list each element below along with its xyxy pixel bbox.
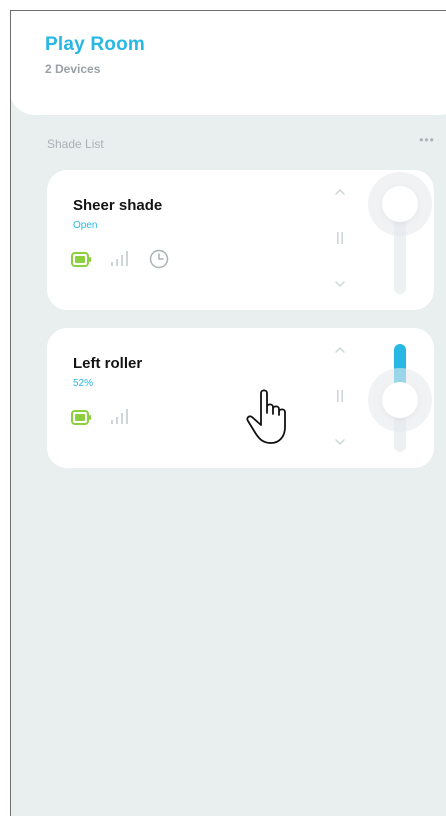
shade-position-slider[interactable]: [382, 344, 418, 452]
pause-icon[interactable]: [330, 386, 350, 406]
chevron-up-icon[interactable]: [330, 340, 350, 360]
app-screen: Play Room 2 Devices Shade List ••• Sheer…: [10, 10, 446, 816]
battery-icon: [71, 252, 91, 267]
device-count: 2 Devices: [45, 62, 101, 76]
section-label: Shade List: [47, 137, 104, 151]
shade-position-slider[interactable]: [382, 186, 418, 294]
shade-status: 52%: [73, 378, 94, 389]
ellipsis-icon[interactable]: •••: [415, 131, 439, 149]
chevron-up-icon[interactable]: [330, 182, 350, 202]
signal-icon: [111, 409, 128, 424]
signal-icon: [111, 251, 128, 266]
battery-icon: [71, 410, 91, 425]
hand-pointer-icon: [246, 389, 286, 444]
room-title: Play Room: [45, 34, 145, 55]
shade-name: Left roller: [73, 355, 143, 372]
chevron-down-icon[interactable]: [330, 432, 350, 452]
shade-card[interactable]: Sheer shade Open: [47, 170, 434, 310]
pause-icon[interactable]: [330, 228, 350, 248]
slider-thumb[interactable]: [382, 186, 418, 222]
shade-card[interactable]: Left roller 52%: [47, 328, 434, 468]
shade-name: Sheer shade: [73, 197, 163, 214]
clock-icon[interactable]: [149, 249, 169, 269]
chevron-down-icon[interactable]: [330, 274, 350, 294]
shade-status: Open: [73, 220, 98, 231]
slider-thumb[interactable]: [382, 382, 418, 419]
room-header: Play Room 2 Devices: [11, 11, 446, 115]
